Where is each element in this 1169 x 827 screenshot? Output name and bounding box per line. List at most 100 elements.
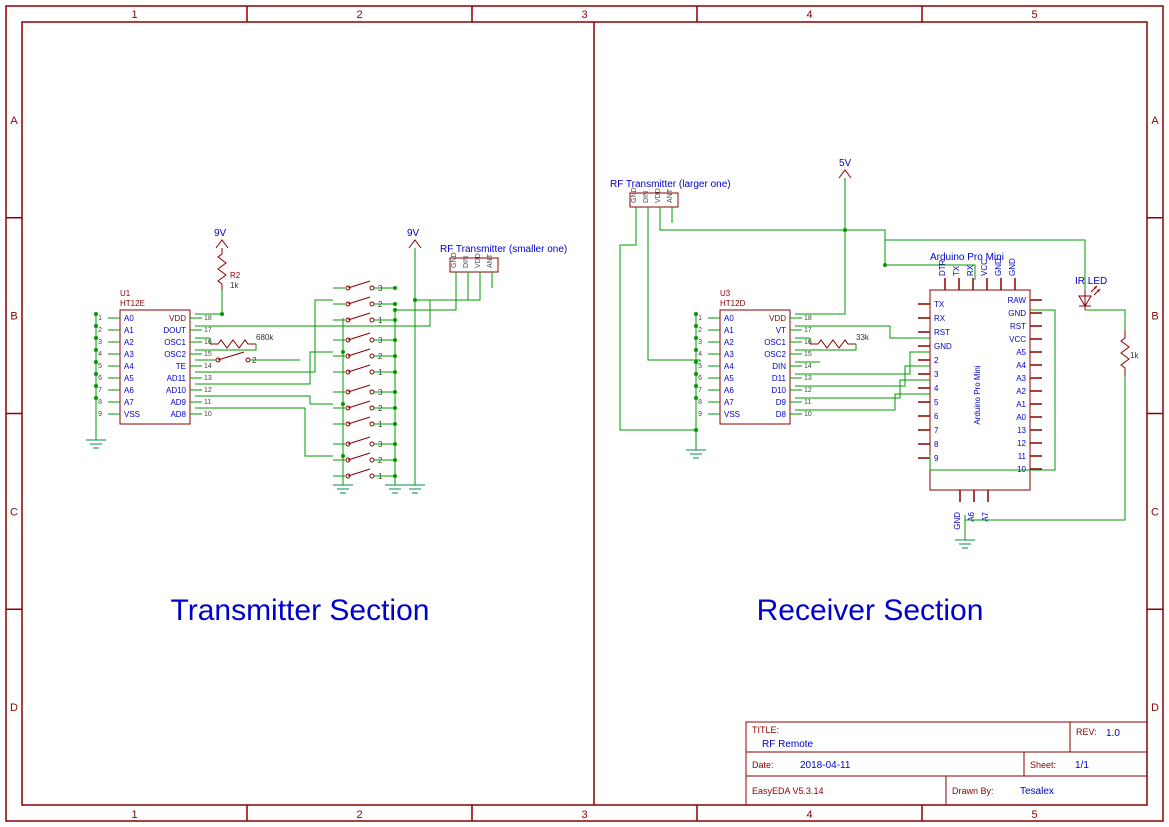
svg-text:Arduino Pro Mini: Arduino Pro Mini bbox=[973, 365, 982, 424]
svg-text:GND: GND bbox=[1008, 309, 1026, 318]
svg-text:Drawn By:: Drawn By: bbox=[952, 786, 994, 796]
svg-text:D: D bbox=[10, 702, 18, 714]
svg-text:VDD: VDD bbox=[475, 253, 482, 268]
svg-text:EasyEDA V5.3.14: EasyEDA V5.3.14 bbox=[752, 786, 824, 796]
svg-text:1/1: 1/1 bbox=[1075, 760, 1089, 771]
svg-text:4: 4 bbox=[98, 351, 102, 358]
svg-text:2: 2 bbox=[356, 9, 362, 21]
svg-text:11: 11 bbox=[1018, 452, 1027, 461]
svg-text:33k: 33k bbox=[856, 333, 870, 342]
svg-text:12: 12 bbox=[804, 387, 812, 394]
svg-text:A: A bbox=[1151, 115, 1159, 127]
svg-text:4: 4 bbox=[698, 351, 702, 358]
svg-text:DIN: DIN bbox=[772, 362, 786, 371]
gnd-sw-b bbox=[385, 485, 405, 493]
svg-text:A4: A4 bbox=[724, 362, 734, 371]
svg-text:17: 17 bbox=[804, 327, 812, 334]
svg-text:GND: GND bbox=[451, 252, 458, 268]
svg-text:U1: U1 bbox=[120, 289, 131, 298]
svg-text:15: 15 bbox=[804, 351, 812, 358]
svg-text:HT12E: HT12E bbox=[120, 299, 145, 308]
svg-text:A6: A6 bbox=[724, 386, 734, 395]
svg-text:TE: TE bbox=[176, 362, 186, 371]
svg-text:ANT: ANT bbox=[667, 188, 674, 203]
svg-text:VSS: VSS bbox=[124, 410, 140, 419]
gnd-sw-c bbox=[405, 485, 425, 493]
power-5v: 5V bbox=[839, 158, 852, 200]
svg-text:9: 9 bbox=[934, 454, 939, 463]
svg-text:3: 3 bbox=[581, 9, 587, 21]
svg-text:9: 9 bbox=[98, 411, 102, 418]
svg-text:DTR: DTR bbox=[938, 259, 947, 276]
gnd-u3 bbox=[686, 415, 706, 458]
svg-text:2018-04-11: 2018-04-11 bbox=[800, 760, 851, 771]
svg-text:A0: A0 bbox=[124, 314, 134, 323]
svg-text:7: 7 bbox=[98, 387, 102, 394]
svg-text:R2: R2 bbox=[230, 271, 241, 280]
ic-u3-ht12d: U3HT12D1A02A13A24A35A46A57A68A79VSS18VDD… bbox=[698, 289, 812, 424]
svg-text:VSS: VSS bbox=[724, 410, 740, 419]
svg-text:3: 3 bbox=[698, 339, 702, 346]
power-9v-b: 9V bbox=[407, 228, 421, 280]
svg-text:3: 3 bbox=[934, 370, 939, 379]
svg-text:A1: A1 bbox=[1016, 400, 1026, 409]
svg-text:4: 4 bbox=[806, 9, 812, 21]
tx-wiring bbox=[94, 280, 480, 485]
svg-text:VT: VT bbox=[776, 326, 786, 335]
svg-text:RX: RX bbox=[934, 314, 946, 323]
svg-text:GND: GND bbox=[631, 187, 638, 203]
svg-text:OSC1: OSC1 bbox=[164, 338, 186, 347]
svg-text:C: C bbox=[1151, 506, 1159, 518]
svg-text:VDD: VDD bbox=[769, 314, 786, 323]
title-block: TITLE: RF Remote REV: 1.0 Date: 2018-04-… bbox=[746, 722, 1147, 805]
svg-text:A: A bbox=[10, 115, 18, 127]
svg-text:A1: A1 bbox=[724, 326, 734, 335]
svg-text:A3: A3 bbox=[1016, 374, 1026, 383]
svg-text:1: 1 bbox=[98, 315, 102, 322]
svg-text:18: 18 bbox=[204, 315, 212, 322]
svg-text:D: D bbox=[1151, 702, 1159, 714]
svg-text:1: 1 bbox=[698, 315, 702, 322]
svg-text:1: 1 bbox=[131, 809, 137, 821]
svg-text:Date:: Date: bbox=[752, 760, 774, 770]
svg-text:DIN: DIN bbox=[463, 256, 470, 268]
svg-text:A4: A4 bbox=[124, 362, 134, 371]
resistor-1k-rx: 1k bbox=[1121, 330, 1139, 376]
svg-text:IR LED: IR LED bbox=[1075, 276, 1107, 287]
svg-text:6: 6 bbox=[698, 375, 702, 382]
svg-text:1k: 1k bbox=[230, 281, 239, 290]
svg-text:5: 5 bbox=[98, 363, 102, 370]
svg-text:OSC2: OSC2 bbox=[164, 350, 186, 359]
svg-text:Tesalex: Tesalex bbox=[1020, 786, 1054, 797]
svg-text:11: 11 bbox=[804, 399, 811, 406]
svg-text:8: 8 bbox=[98, 399, 102, 406]
svg-text:A2: A2 bbox=[724, 338, 734, 347]
svg-text:GND: GND bbox=[953, 512, 962, 530]
svg-text:13: 13 bbox=[204, 375, 212, 382]
resistor-680k: 680k 2 bbox=[195, 333, 300, 365]
svg-text:C: C bbox=[10, 506, 18, 518]
svg-text:RST: RST bbox=[1010, 322, 1026, 331]
svg-text:17: 17 bbox=[204, 327, 212, 334]
svg-text:15: 15 bbox=[204, 351, 212, 358]
svg-text:13: 13 bbox=[1017, 426, 1026, 435]
svg-text:A5: A5 bbox=[124, 374, 134, 383]
svg-text:VCC: VCC bbox=[980, 259, 989, 276]
svg-text:AD10: AD10 bbox=[166, 386, 187, 395]
svg-text:A3: A3 bbox=[724, 350, 734, 359]
svg-text:TX: TX bbox=[952, 265, 961, 276]
svg-text:REV:: REV: bbox=[1076, 727, 1097, 737]
svg-text:Sheet:: Sheet: bbox=[1030, 760, 1056, 770]
svg-text:3: 3 bbox=[581, 809, 587, 821]
rx-wiring bbox=[620, 200, 1125, 520]
svg-text:16: 16 bbox=[204, 339, 212, 346]
svg-text:16: 16 bbox=[804, 339, 812, 346]
svg-text:RF Transmitter (smaller one): RF Transmitter (smaller one) bbox=[440, 244, 567, 255]
svg-text:5V: 5V bbox=[839, 158, 852, 169]
receiver-section: 5V RF Transmitter (larger one) GNDDINVDD… bbox=[610, 158, 1139, 627]
svg-text:14: 14 bbox=[804, 363, 812, 370]
svg-text:5: 5 bbox=[1031, 809, 1037, 821]
svg-text:AD9: AD9 bbox=[170, 398, 186, 407]
svg-text:12: 12 bbox=[204, 387, 212, 394]
svg-text:OSC2: OSC2 bbox=[764, 350, 786, 359]
